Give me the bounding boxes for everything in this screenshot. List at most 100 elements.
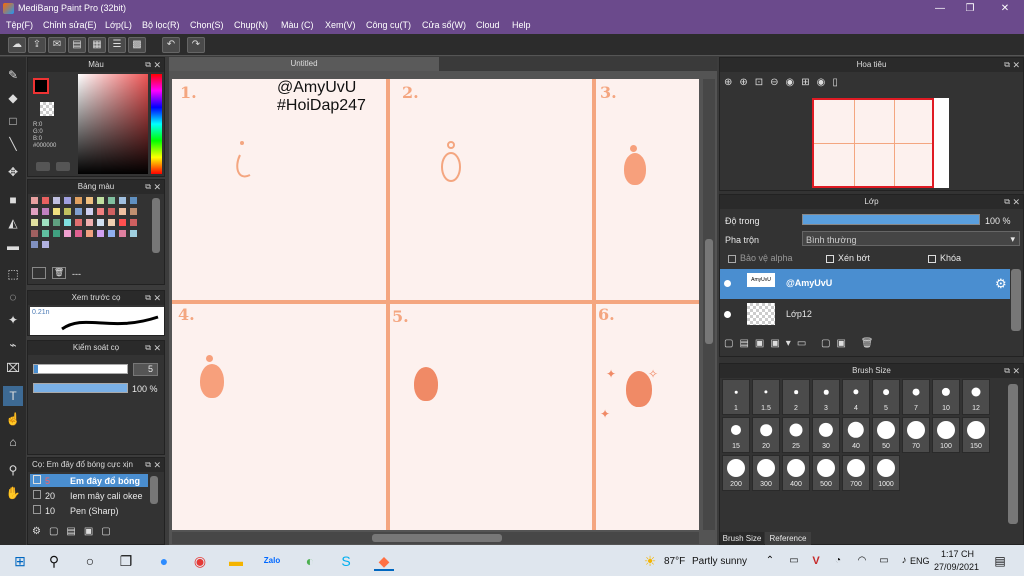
clipping-checkbox[interactable]: Xén bớt — [826, 253, 870, 263]
layer-toolbar[interactable]: ▢▤▣▣▾▭ ▢▣ 🗑 — [724, 338, 879, 349]
file-explorer-icon[interactable]: ▬ — [226, 551, 246, 571]
close-button[interactable]: ✕ — [990, 1, 1020, 16]
delete-palette-icon[interactable]: 🗑 — [52, 267, 66, 279]
layer-row[interactable]: AmyUvU @AmyUvU ⚙ — [720, 269, 1010, 299]
lasso-tool-icon[interactable]: ◌ — [3, 287, 23, 307]
brush-size-option[interactable]: 30 — [812, 417, 840, 453]
color-swatch[interactable] — [85, 196, 94, 205]
color-swatch[interactable] — [52, 207, 61, 216]
menu-filter[interactable]: Bộ lọc(R) — [142, 20, 180, 30]
brush-size-option[interactable]: 7 — [902, 379, 930, 415]
move-tool-icon[interactable]: ✥ — [3, 162, 23, 182]
windows-start-icon[interactable]: ⊞ — [10, 551, 30, 571]
list-item[interactable]: 10 Pen (Sharp) — [30, 504, 148, 517]
lock-checkbox[interactable]: Khóa — [928, 253, 961, 263]
minimize-button[interactable]: — — [925, 1, 955, 16]
magic-wand-tool-icon[interactable]: ✦ — [3, 310, 23, 330]
menu-layer[interactable]: Lớp(L) — [105, 20, 132, 30]
unikey-icon[interactable]: V — [806, 551, 826, 571]
menu-file[interactable]: Tệp(F) — [6, 20, 33, 30]
redo-icon[interactable]: ↷ — [187, 37, 205, 53]
color-swatch[interactable] — [63, 218, 72, 227]
text-tool-icon[interactable]: T — [3, 386, 23, 406]
foreground-color-swatch[interactable] — [33, 78, 49, 94]
brush-size-slider[interactable] — [33, 364, 128, 374]
color-swatch[interactable] — [41, 240, 50, 249]
color-swatch[interactable] — [41, 207, 50, 216]
tray-app-icon[interactable]: ▭ — [784, 551, 804, 571]
color-swatch[interactable] — [129, 207, 138, 216]
color-swatch[interactable] — [30, 196, 39, 205]
color-swatch[interactable] — [118, 207, 127, 216]
cortana-icon[interactable]: ○ — [80, 551, 100, 571]
brush-size-option[interactable]: 50 — [872, 417, 900, 453]
hand-tool-icon[interactable]: ✋ — [3, 483, 23, 503]
eye-icon[interactable] — [724, 280, 731, 287]
brush-size-value[interactable]: 5 — [133, 363, 158, 376]
select-pen-tool-icon[interactable]: ⌁ — [3, 335, 23, 355]
layer-row[interactable]: Lớp12 — [720, 300, 1010, 330]
undo-icon[interactable]: ↶ — [162, 37, 180, 53]
color-tool-button[interactable] — [36, 162, 50, 171]
upload-icon[interactable]: ⇪ — [28, 37, 46, 53]
brush-list-toolbar[interactable]: ⚙▢▤▣▢ — [32, 526, 119, 537]
battery-icon[interactable]: ▭ — [874, 551, 894, 571]
maximize-button[interactable]: ❐ — [955, 1, 985, 16]
new-palette-icon[interactable] — [32, 267, 46, 279]
color-tool-button-2[interactable] — [56, 162, 70, 171]
zalo-icon[interactable]: Zalo — [262, 551, 282, 571]
skype-icon[interactable]: S — [336, 551, 356, 571]
list-item[interactable]: 20 Iem mây cali okee — [30, 489, 148, 502]
brush-size-option[interactable]: 1.5 — [752, 379, 780, 415]
color-swatch[interactable] — [85, 229, 94, 238]
eye-icon[interactable] — [724, 311, 731, 318]
brush-size-option[interactable]: 200 — [722, 455, 750, 491]
brush-size-option[interactable]: 70 — [902, 417, 930, 453]
brush-size-option[interactable]: 3 — [812, 379, 840, 415]
line-tool-icon[interactable]: ╲ — [3, 134, 23, 154]
menu-capture[interactable]: Chụp(N) — [234, 20, 268, 30]
color-swatch[interactable] — [63, 229, 72, 238]
color-swatch[interactable] — [41, 196, 50, 205]
layer-scrollbar[interactable] — [1011, 269, 1021, 331]
background-color-swatch[interactable] — [40, 102, 54, 116]
page-icon[interactable]: ▤ — [68, 37, 86, 53]
brush-size-scrollbar[interactable] — [1008, 384, 1018, 524]
zoom-app-icon[interactable]: ● — [154, 551, 174, 571]
clock-time[interactable]: 1:17 CH — [941, 549, 974, 559]
language-indicator[interactable]: ENG — [910, 556, 930, 566]
cloud-icon[interactable]: ☁ — [8, 37, 26, 53]
color-swatch[interactable] — [118, 196, 127, 205]
hue-slider[interactable] — [151, 74, 162, 174]
color-swatch[interactable] — [85, 218, 94, 227]
brush-checkbox[interactable] — [33, 505, 41, 514]
color-swatch[interactable] — [118, 218, 127, 227]
medibang-taskbar-icon[interactable]: ◆ — [374, 551, 394, 571]
menu-view[interactable]: Xem(V) — [325, 20, 356, 30]
menu-color[interactable]: Màu (C) — [281, 20, 314, 30]
search-icon[interactable]: ⚲ — [44, 551, 64, 571]
menu-help[interactable]: Help — [512, 20, 531, 30]
rectangle-tool-icon[interactable]: □ — [3, 111, 23, 131]
operation-tool-icon[interactable]: ☝ — [3, 409, 23, 429]
layer-opacity-slider[interactable] — [802, 214, 980, 225]
color-swatch[interactable] — [74, 196, 83, 205]
color-swatch[interactable] — [41, 218, 50, 227]
color-swatch[interactable] — [63, 207, 72, 216]
eyedropper-tool-icon[interactable]: ⚲ — [3, 460, 23, 480]
clock-date[interactable]: 27/09/2021 — [934, 562, 979, 572]
task-view-icon[interactable]: ❐ — [116, 551, 136, 571]
brush-list-scrollbar[interactable] — [150, 476, 158, 504]
document-icon[interactable]: ▦ — [88, 37, 106, 53]
brush-size-option[interactable]: 500 — [812, 455, 840, 491]
brush-size-option[interactable]: 400 — [782, 455, 810, 491]
list-icon[interactable]: ☰ — [108, 37, 126, 53]
chrome-icon[interactable]: ◉ — [190, 551, 210, 571]
tab-untitled[interactable]: Untitled — [169, 57, 439, 71]
color-swatch[interactable] — [52, 229, 61, 238]
navigator-thumbnail[interactable] — [812, 98, 934, 188]
brush-size-option[interactable]: 20 — [752, 417, 780, 453]
wifi-icon[interactable]: ◠ — [852, 551, 872, 571]
color-swatch[interactable] — [30, 240, 39, 249]
brush-size-option[interactable]: 4 — [842, 379, 870, 415]
